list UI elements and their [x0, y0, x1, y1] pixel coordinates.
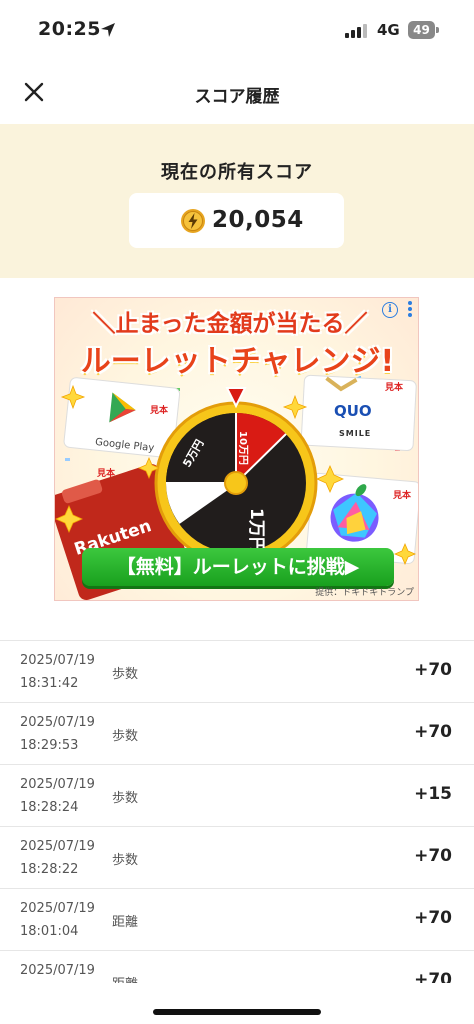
- history-row: 2025/07/19 18:28:24 歩数 +15: [0, 765, 474, 827]
- ad-banner[interactable]: 10万円 5万円 1万円 ＼止まった金額が当たる／ ルーレットチャレンジ! i …: [54, 297, 419, 601]
- score-panel: 現在の所有スコア 20,054: [0, 124, 474, 278]
- network-type: 4G: [377, 21, 400, 39]
- history-type: 歩数: [112, 791, 139, 806]
- smile-label: SMILE: [339, 429, 372, 438]
- sample-tag-apple: 見本: [393, 491, 412, 501]
- roulette-wheel: 10万円 5万円 1万円: [154, 387, 318, 565]
- roulette-cta-button[interactable]: 【無料】ルーレットに挑戦▶: [82, 548, 394, 586]
- history-time: 18:28:22: [20, 862, 79, 877]
- ad-info-icon[interactable]: i: [382, 302, 398, 318]
- history-score: +70: [414, 908, 452, 928]
- status-bar: 20:25 4G 49: [0, 0, 474, 62]
- ad-credit: 提供：ドキドキトランプ: [315, 588, 414, 598]
- history-row: 2025/07/19 18:01:04 距離 +70: [0, 889, 474, 951]
- score-label: 現在の所有スコア: [161, 162, 313, 183]
- quo-label: QUO: [334, 402, 372, 420]
- history-type: 歩数: [112, 667, 139, 682]
- sample-tag-rakuten: 見本: [97, 469, 116, 479]
- history-time: 18:31:42: [20, 676, 79, 691]
- history-score: +70: [414, 970, 452, 983]
- wheel-1man-label: 1万円: [246, 508, 266, 554]
- score-box: 20,054: [129, 193, 344, 248]
- status-time: 20:25: [38, 18, 101, 40]
- score-value: 20,054: [212, 207, 304, 233]
- battery-nub: [436, 27, 439, 33]
- coin-icon: [181, 209, 205, 233]
- history-date: 2025/07/19: [20, 963, 95, 978]
- home-indicator[interactable]: [153, 1009, 321, 1015]
- history-date: 2025/07/19: [20, 839, 95, 854]
- history-date: 2025/07/19: [20, 901, 95, 916]
- history-date: 2025/07/19: [20, 715, 95, 730]
- battery-icon: 49: [408, 21, 435, 39]
- wheel-10man-label: 10万円: [237, 431, 249, 465]
- history-row: 2025/07/19 18:31:42 歩数 +70: [0, 641, 474, 703]
- history-date: 2025/07/19: [20, 653, 95, 668]
- ad-headline-main: ルーレットチャレンジ!: [80, 344, 395, 379]
- score-history-list: 2025/07/19 18:31:42 歩数 +70 2025/07/19 18…: [0, 640, 474, 983]
- history-score: +70: [414, 660, 452, 680]
- history-type: 距離: [112, 915, 139, 930]
- ad-menu-icon[interactable]: [408, 301, 412, 317]
- history-type: 歩数: [112, 853, 139, 868]
- history-score: +70: [414, 846, 452, 866]
- sample-tag-quo: 見本: [385, 383, 404, 393]
- sample-tag-google: 見本: [150, 406, 169, 416]
- location-arrow-icon: [101, 23, 115, 37]
- page-title: スコア履歴: [194, 87, 280, 107]
- history-date: 2025/07/19: [20, 777, 95, 792]
- cellular-signal-icon: [345, 24, 369, 38]
- history-score: +15: [414, 784, 452, 804]
- nav-header: スコア履歴: [0, 62, 474, 124]
- history-time: 18:01:04: [20, 924, 79, 939]
- history-row: 2025/07/19 距離 +70: [0, 951, 474, 983]
- history-row: 2025/07/19 18:29:53 歩数 +70: [0, 703, 474, 765]
- history-time: 18:28:24: [20, 800, 79, 815]
- ad-headline-top: ＼止まった金額が当たる／: [92, 311, 368, 337]
- history-time: 18:29:53: [20, 738, 79, 753]
- history-type: 距離: [112, 973, 138, 983]
- history-score: +70: [414, 722, 452, 742]
- history-type: 歩数: [112, 729, 139, 744]
- history-row: 2025/07/19 18:28:22 歩数 +70: [0, 827, 474, 889]
